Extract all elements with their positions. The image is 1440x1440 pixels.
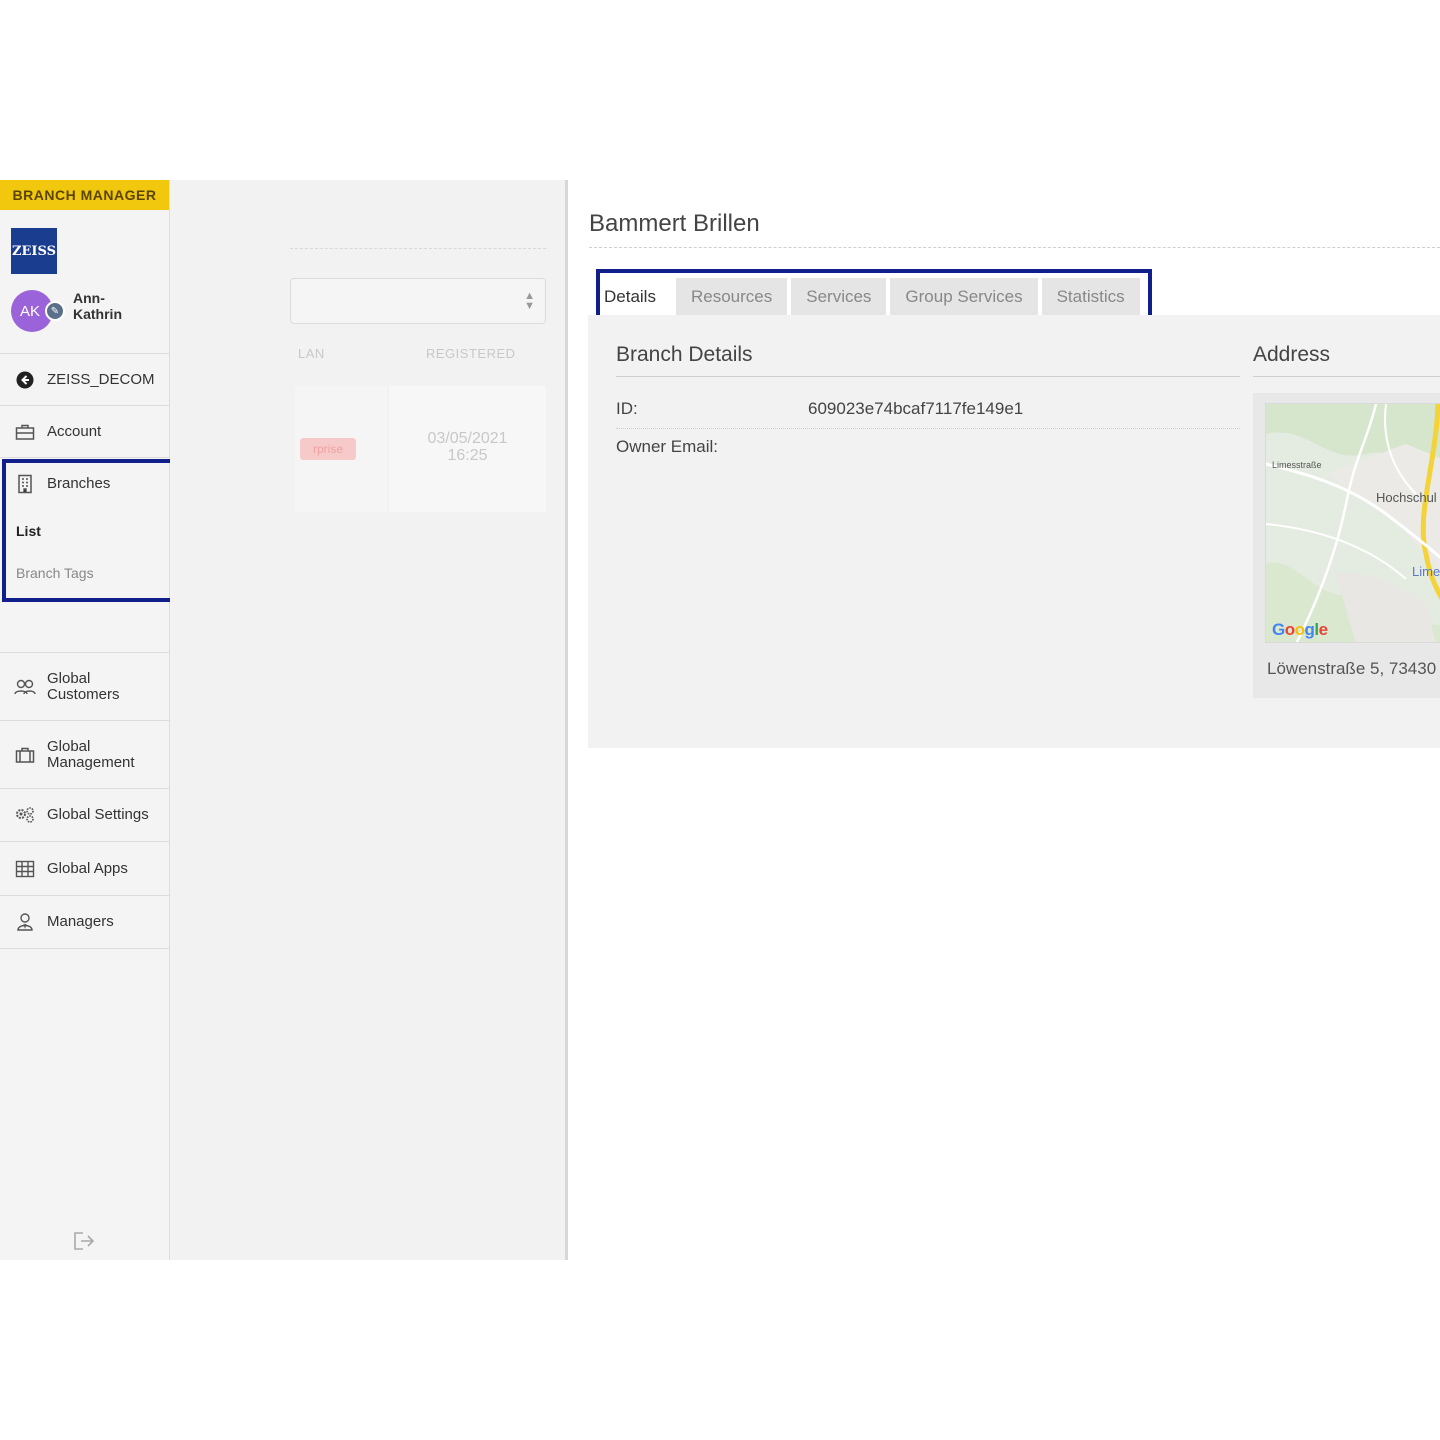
tab-group-services[interactable]: Group Services <box>890 278 1038 316</box>
tab-statistics[interactable]: Statistics <box>1041 278 1140 316</box>
back-arrow-circle-icon <box>14 369 36 391</box>
sidebar-item-label: ZEISS_DECOM <box>47 370 155 388</box>
user-manager-icon <box>14 911 36 933</box>
sidebar-item-label: Global Settings <box>47 806 149 823</box>
sidebar-divider <box>0 948 169 949</box>
user-profile[interactable]: AK ✎ Ann- Kathrin <box>11 290 161 334</box>
app-root: BRANCH MANAGER ZEISS AK ✎ Ann- Kathrin Z… <box>0 180 1440 1260</box>
sidebar-item-zeiss-decom[interactable]: ZEISS_DECOM <box>0 353 169 405</box>
section-divider <box>1253 376 1440 377</box>
section-divider <box>616 376 1240 377</box>
tab-details[interactable]: Details <box>602 278 672 316</box>
select-arrows-icon: ▲ ▼ <box>524 290 535 312</box>
sidebar-item-label: Managers <box>47 913 114 930</box>
address-text: Löwenstraße 5, 73430 <box>1267 659 1437 678</box>
title-divider <box>589 247 1440 248</box>
sidebar-item-global-settings[interactable]: Global Settings <box>0 788 169 841</box>
case-icon <box>14 744 36 766</box>
gears-icon <box>14 804 36 826</box>
status-badge: rprise <box>300 438 356 460</box>
building-icon <box>14 473 36 495</box>
branch-details-heading: Branch Details <box>616 343 753 366</box>
address-card: Limesstraße Hochschul Lime Google Löwens… <box>1253 393 1440 698</box>
sidebar-item-label: Global Apps <box>47 859 128 877</box>
page-title: Bammert Brillen <box>589 210 760 237</box>
map-place-label: Hochschul <box>1376 490 1437 505</box>
sidebar-item-global-management[interactable]: Global Management <box>0 720 169 788</box>
field-divider <box>616 428 1240 429</box>
sidebar-item-label: Global Management <box>47 737 135 771</box>
sidebar-group-branches: Branches List Branch Tags <box>0 457 169 652</box>
sidebar-item-managers[interactable]: Managers <box>0 895 169 948</box>
user-name: Ann- Kathrin <box>73 290 122 322</box>
sidebar-subitem-list[interactable]: List <box>0 510 169 552</box>
address-heading: Address <box>1253 343 1331 366</box>
owner-email-label: Owner Email: <box>616 437 719 456</box>
detail-tabs: Details Resources Services Group Service… <box>596 269 1152 320</box>
briefcase-icon <box>14 421 36 443</box>
grid-icon <box>14 858 36 880</box>
tab-content-details: Branch Details ID: 609023e74bcaf7117fe14… <box>588 315 1440 748</box>
sidebar-subitem-branch-tags[interactable]: Branch Tags <box>0 552 169 594</box>
list-divider <box>290 248 546 249</box>
users-icon <box>14 676 36 698</box>
google-logo: Google <box>1272 620 1328 639</box>
address-map[interactable]: Limesstraße Hochschul Lime Google <box>1265 403 1440 643</box>
sidebar-item-account[interactable]: Account <box>0 405 169 457</box>
branch-list-panel: ▲ ▼ LAN REGISTERED rprise 03/05/2021 16:2… <box>170 180 568 1260</box>
sidebar-nav: ZEISS_DECOM Account Branches List Branch… <box>0 353 169 949</box>
sidebar: BRANCH MANAGER ZEISS AK ✎ Ann- Kathrin Z… <box>0 180 170 1260</box>
column-header-registered[interactable]: REGISTERED <box>426 346 516 361</box>
tab-services[interactable]: Services <box>791 278 887 316</box>
edit-profile-icon[interactable]: ✎ <box>45 301 65 321</box>
branch-detail-panel: Bammert Brillen Details Resources Servic… <box>570 180 1440 1260</box>
sidebar-item-label: Account <box>47 422 102 440</box>
registered-date: 03/05/2021 16:25 <box>427 430 508 464</box>
map-place-label: Lime <box>1412 564 1440 579</box>
sidebar-item-branches[interactable]: Branches <box>0 458 169 510</box>
id-value: 609023e74bcaf7117fe149e1 <box>808 399 1024 418</box>
sidebar-item-global-customers[interactable]: Global Customers <box>0 652 169 720</box>
map-street-label: Limesstraße <box>1272 460 1322 470</box>
tab-resources[interactable]: Resources <box>675 278 788 316</box>
role-badge: BRANCH MANAGER <box>0 180 169 210</box>
column-header-lan[interactable]: LAN <box>298 346 325 361</box>
list-filter-select[interactable]: ▲ ▼ <box>290 278 546 324</box>
sidebar-item-label: Global Customers <box>47 669 120 703</box>
sidebar-item-label: Branches <box>47 475 111 492</box>
zeiss-logo[interactable]: ZEISS <box>11 228 57 274</box>
logout-icon[interactable] <box>72 1230 98 1252</box>
id-label: ID: <box>616 399 638 418</box>
sidebar-item-global-apps[interactable]: Global Apps <box>0 841 169 895</box>
